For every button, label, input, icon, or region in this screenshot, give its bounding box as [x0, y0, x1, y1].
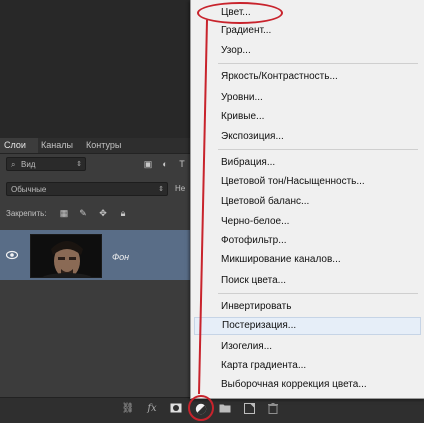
- menu-item-hue-saturation[interactable]: Цветовой тон/Насыщенность...: [221, 175, 365, 189]
- blend-mode-value: Обычные: [11, 185, 47, 194]
- tab-layers[interactable]: Слои: [0, 138, 38, 153]
- layer-thumbnail: [30, 234, 102, 278]
- menu-separator: [218, 63, 418, 64]
- new-layer-icon[interactable]: [242, 403, 256, 415]
- search-icon: ⌕: [11, 160, 16, 169]
- filter-kind-value: Вид: [21, 160, 36, 169]
- menu-item-gradient[interactable]: Градиент...: [221, 24, 271, 38]
- fx-icon[interactable]: fx: [145, 403, 159, 415]
- chevron-updown-icon: ⇕: [158, 186, 164, 193]
- mask-icon[interactable]: [169, 403, 183, 415]
- lock-pixels-icon[interactable]: ✎: [77, 207, 89, 219]
- lock-position-icon[interactable]: ✥: [97, 207, 109, 219]
- folder-icon[interactable]: [218, 403, 232, 415]
- panel-tabs: Слои Каналы Контуры: [0, 138, 200, 154]
- menu-item-exposure[interactable]: Экспозиция...: [221, 130, 284, 144]
- menu-item-posterize[interactable]: Постеризация...: [194, 317, 421, 335]
- menu-item-photo-filter[interactable]: Фотофильтр...: [221, 234, 287, 248]
- menu-separator: [218, 149, 418, 150]
- menu-separator: [218, 293, 418, 294]
- menu-item-levels[interactable]: Уровни...: [221, 91, 263, 105]
- menu-item-threshold[interactable]: Изогелия...: [221, 340, 272, 354]
- trash-icon[interactable]: [266, 403, 280, 415]
- menu-item-selective-color[interactable]: Выборочная коррекция цвета...: [221, 378, 367, 392]
- annotation-line: [198, 19, 208, 395]
- adjustment-layer-menu: Цвет... Градиент... Узор... Яркость/Конт…: [190, 0, 424, 399]
- chevron-updown-icon: ⇕: [76, 161, 82, 168]
- blend-mode-select[interactable]: Обычные ⇕: [6, 182, 168, 196]
- filter-kind-select[interactable]: ⌕ Вид ⇕: [6, 157, 86, 171]
- lock-all-icon[interactable]: 🔒︎: [117, 207, 129, 219]
- menu-item-curves[interactable]: Кривые...: [221, 110, 264, 124]
- pixel-filter-icon[interactable]: ▣: [142, 158, 154, 170]
- type-filter-icon[interactable]: T: [176, 158, 188, 170]
- menu-item-brightness-contrast[interactable]: Яркость/Контрастность...: [221, 70, 338, 84]
- menu-item-color-lookup[interactable]: Поиск цвета...: [221, 274, 286, 288]
- menu-item-pattern[interactable]: Узор...: [221, 44, 251, 58]
- menu-item-vibrance[interactable]: Вибрация...: [221, 156, 275, 170]
- menu-item-color-balance[interactable]: Цветовой баланс...: [221, 195, 309, 209]
- lock-label: Закрепить:: [6, 209, 47, 218]
- highlight-circle: [188, 395, 214, 421]
- link-icon[interactable]: ⛓︎: [121, 403, 135, 415]
- opacity-label: Не: [175, 184, 186, 193]
- lock-transparent-icon[interactable]: ▦: [58, 207, 70, 219]
- tab-paths[interactable]: Контуры: [82, 138, 125, 153]
- menu-item-black-white[interactable]: Черно-белое...: [221, 215, 289, 229]
- tab-channels[interactable]: Каналы: [37, 138, 77, 153]
- menu-item-gradient-map[interactable]: Карта градиента...: [221, 359, 306, 373]
- adjustment-filter-icon[interactable]: ◐: [159, 158, 171, 170]
- eye-icon[interactable]: [6, 250, 18, 260]
- menu-item-invert[interactable]: Инвертировать: [221, 300, 291, 314]
- layer-name[interactable]: Фон: [112, 252, 129, 262]
- menu-item-channel-mixer[interactable]: Микширование каналов...: [221, 253, 341, 267]
